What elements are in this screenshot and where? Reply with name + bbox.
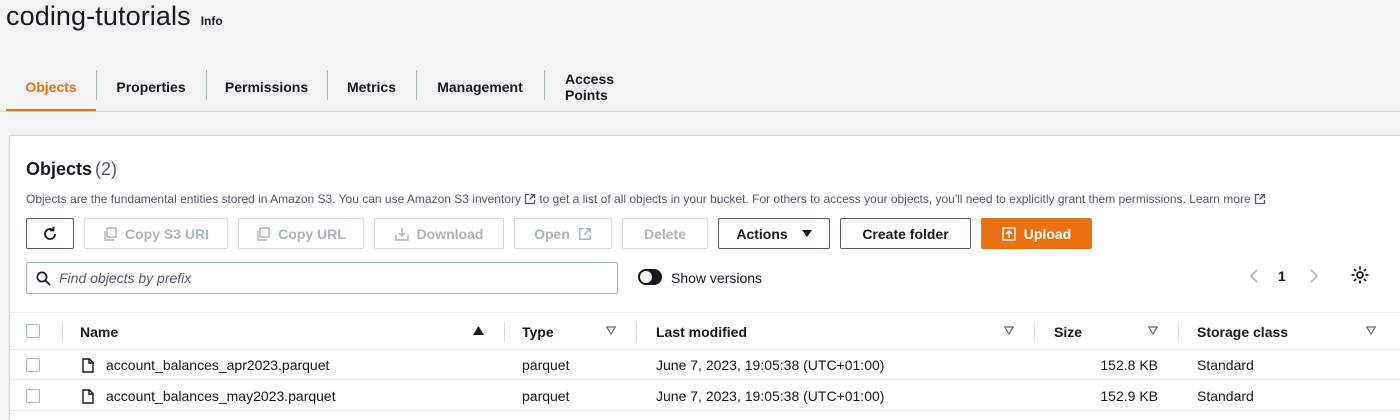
object-name-link[interactable]: account_balances_apr2023.parquet — [106, 350, 329, 380]
objects-panel: Objects (2) Objects are the fundamental e… — [9, 135, 1400, 420]
tab-management[interactable]: Management — [416, 62, 544, 112]
column-header-size[interactable]: Size — [1054, 313, 1082, 351]
show-versions-toggle[interactable] — [638, 269, 662, 285]
object-type: parquet — [522, 388, 570, 404]
object-size: 152.9 KB — [1100, 388, 1158, 404]
page-header: coding-tutorials Info — [6, 0, 223, 36]
panel-description: Objects are the fundamental entities sto… — [26, 191, 1266, 207]
learn-more-link[interactable]: Learn more — [1189, 192, 1250, 206]
sort-icon[interactable] — [1004, 326, 1014, 335]
current-page-number[interactable]: 1 — [1278, 268, 1286, 284]
tab-metrics[interactable]: Metrics — [327, 62, 416, 112]
column-divider — [62, 322, 63, 342]
refresh-icon — [44, 226, 56, 240]
open-button[interactable]: Open — [514, 218, 612, 249]
object-last-modified: June 7, 2023, 19:05:38 (UTC+01:00) — [656, 388, 885, 404]
chevron-left-icon[interactable] — [1247, 268, 1261, 284]
refresh-button[interactable] — [26, 218, 74, 249]
panel-title: Objects (2) — [26, 159, 118, 179]
tab-objects[interactable]: Objects — [6, 62, 96, 112]
table-row[interactable]: account_balances_may2023.parquet parquet… — [10, 381, 1400, 411]
tab-bar: Objects Properties Permissions Metrics M… — [6, 62, 674, 112]
object-count: (2) — [95, 159, 118, 179]
select-all-checkbox[interactable] — [26, 324, 40, 338]
column-header-name[interactable]: Name — [80, 313, 118, 351]
row-checkbox[interactable] — [26, 358, 40, 372]
tab-properties[interactable]: Properties — [96, 62, 206, 112]
search-input[interactable] — [59, 270, 599, 286]
search-field[interactable] — [26, 262, 618, 294]
object-size: 152.8 KB — [1100, 357, 1158, 373]
upload-icon — [1002, 226, 1016, 241]
show-versions-label: Show versions — [671, 270, 763, 286]
sort-icon[interactable] — [606, 326, 616, 335]
object-type: parquet — [522, 357, 570, 373]
column-header-storage-class[interactable]: Storage class — [1197, 313, 1288, 351]
sort-ascending-icon[interactable] — [473, 326, 484, 335]
inventory-link[interactable]: Amazon S3 inventory — [407, 192, 521, 206]
delete-button[interactable]: Delete — [622, 218, 708, 249]
page-title: coding-tutorials — [6, 1, 191, 31]
table-row[interactable]: account_balances_apr2023.parquet parquet… — [10, 350, 1400, 380]
copy-s3-uri-button[interactable]: Copy S3 URI — [84, 218, 228, 249]
column-divider — [504, 322, 505, 342]
external-link-icon — [578, 227, 591, 240]
upload-button[interactable]: Upload — [981, 218, 1092, 249]
create-folder-button[interactable]: Create folder — [840, 218, 971, 249]
column-divider — [1178, 322, 1179, 342]
info-link[interactable]: Info — [201, 14, 223, 28]
copy-icon — [257, 226, 270, 241]
column-divider — [636, 322, 637, 342]
sort-icon[interactable] — [1148, 326, 1158, 335]
object-name-link[interactable]: account_balances_may2023.parquet — [106, 381, 336, 411]
file-icon — [82, 389, 94, 404]
tab-permissions[interactable]: Permissions — [206, 62, 327, 112]
file-icon — [82, 358, 94, 373]
external-link-icon — [1254, 193, 1265, 205]
gear-icon[interactable] — [1350, 265, 1370, 285]
toggle-knob — [640, 271, 652, 283]
column-header-type[interactable]: Type — [522, 313, 554, 351]
sort-icon[interactable] — [1366, 326, 1376, 335]
object-storage-class: Standard — [1197, 357, 1254, 373]
copy-url-button[interactable]: Copy URL — [238, 218, 364, 249]
tabs-divider — [0, 111, 1400, 112]
download-icon — [394, 227, 409, 241]
actions-dropdown-button[interactable]: Actions — [718, 218, 830, 249]
chevron-right-icon[interactable] — [1307, 268, 1321, 284]
search-icon — [36, 271, 51, 286]
column-divider — [1034, 322, 1035, 342]
caret-down-icon — [801, 230, 812, 237]
download-button[interactable]: Download — [374, 218, 504, 249]
table-header: Name Type Last modified Size Storage cla… — [10, 312, 1400, 350]
object-last-modified: June 7, 2023, 19:05:38 (UTC+01:00) — [656, 357, 885, 373]
row-checkbox[interactable] — [26, 389, 40, 403]
tab-access-points[interactable]: Access Points — [544, 62, 674, 112]
object-storage-class: Standard — [1197, 388, 1254, 404]
column-header-last-modified[interactable]: Last modified — [656, 313, 747, 351]
copy-icon — [104, 226, 117, 241]
external-link-icon — [524, 193, 536, 205]
